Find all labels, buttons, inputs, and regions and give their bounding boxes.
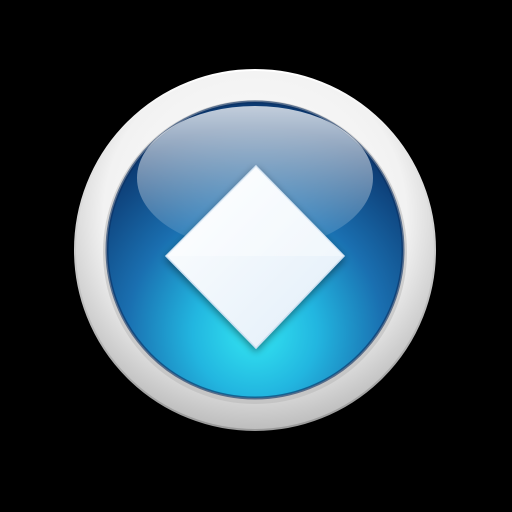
orb-graphic	[74, 69, 436, 431]
diamond-orb-button[interactable]	[0, 0, 512, 512]
icon-canvas	[0, 0, 512, 512]
